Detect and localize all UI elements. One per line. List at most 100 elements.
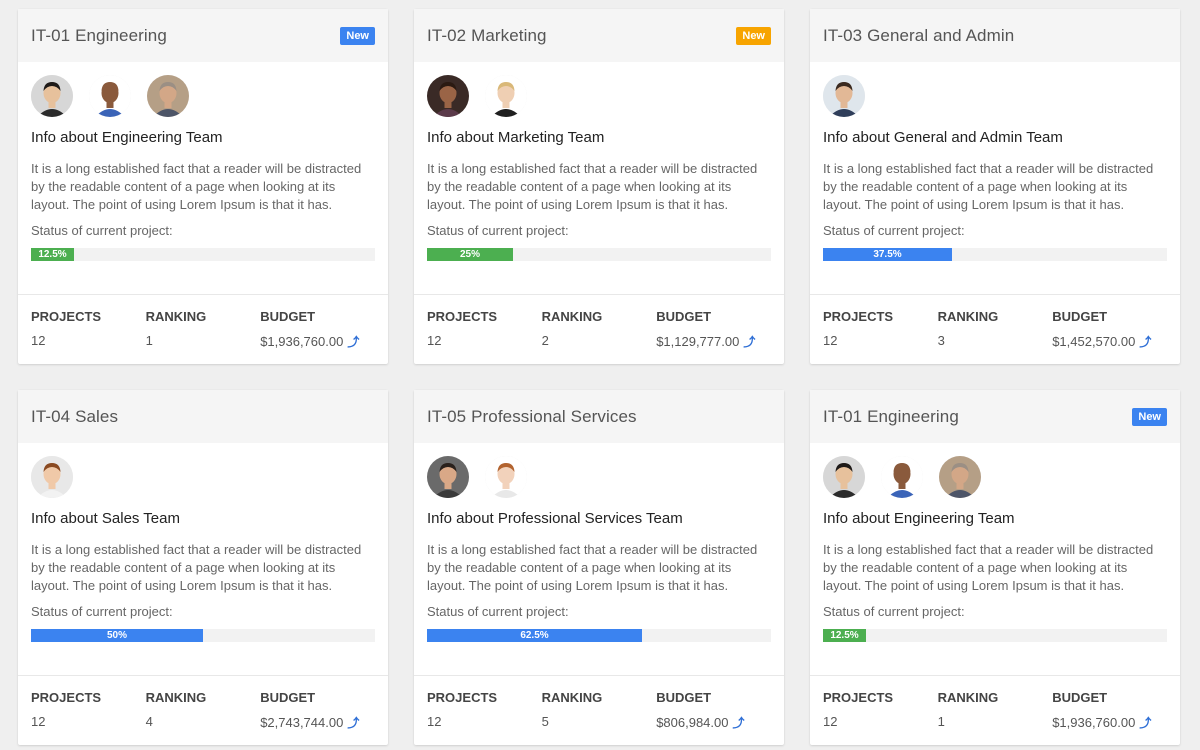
projects-stat: PROJECTS 12 bbox=[31, 690, 146, 745]
projects-label: PROJECTS bbox=[427, 690, 498, 705]
card-footer: PROJECTS 12 RANKING 2 BUDGET $1,129,777.00 ⤴ bbox=[414, 295, 784, 364]
budget-value: $1,936,760.00 bbox=[1052, 715, 1136, 730]
projects-label: PROJECTS bbox=[31, 309, 102, 324]
budget-value-row: $806,984.00 ⤴ bbox=[656, 714, 771, 731]
ranking-value: 1 bbox=[145, 333, 153, 348]
progress-bar: 62.5% bbox=[427, 629, 771, 642]
arrow-up-icon: ⤴ bbox=[1139, 335, 1152, 349]
card-header: IT-01 Engineering New bbox=[810, 390, 1180, 443]
card-body: Info about Marketing Team It is a long es… bbox=[414, 62, 784, 295]
team-card[interactable]: IT-05 Professional Services Info about Pr… bbox=[414, 390, 784, 745]
budget-value-row: $1,936,760.00 ⤴ bbox=[260, 333, 375, 350]
ranking-stat: RANKING 5 bbox=[542, 690, 657, 745]
arrow-up-icon: ⤴ bbox=[347, 335, 360, 349]
projects-stat: PROJECTS 12 bbox=[427, 309, 542, 364]
avatar-woman-red-hair-icon[interactable] bbox=[485, 456, 527, 498]
team-avatars bbox=[31, 75, 375, 117]
card-title: IT-03 General and Admin bbox=[823, 25, 1015, 45]
card-title: IT-01 Engineering bbox=[823, 406, 959, 426]
budget-stat: BUDGET $806,984.00 ⤴ bbox=[656, 690, 771, 745]
team-avatars bbox=[427, 456, 771, 498]
projects-stat: PROJECTS 12 bbox=[31, 309, 146, 364]
avatar-asian-man-icon[interactable] bbox=[31, 75, 73, 117]
team-avatars bbox=[31, 456, 375, 498]
arrow-up-icon: ⤴ bbox=[743, 335, 756, 349]
budget-value: $2,743,744.00 bbox=[260, 715, 344, 730]
ranking-stat: RANKING 4 bbox=[146, 690, 261, 745]
avatar-gray-hair-man-icon[interactable] bbox=[147, 75, 189, 117]
team-card[interactable]: IT-03 General and Admin Info about Genera… bbox=[810, 9, 1180, 364]
projects-value: 12 bbox=[31, 333, 46, 348]
ranking-stat: RANKING 3 bbox=[938, 309, 1053, 364]
budget-label: BUDGET bbox=[260, 309, 316, 324]
team-avatars bbox=[823, 75, 1167, 117]
arrow-up-icon: ⤴ bbox=[1139, 716, 1152, 730]
card-footer: PROJECTS 12 RANKING 5 BUDGET $806,984.00 ⤴ bbox=[414, 676, 784, 745]
projects-value: 12 bbox=[427, 333, 442, 348]
avatar-blonde-woman-icon[interactable] bbox=[485, 75, 527, 117]
ranking-value: 2 bbox=[541, 333, 549, 348]
ranking-stat: RANKING 1 bbox=[938, 690, 1053, 745]
card-footer: PROJECTS 12 RANKING 1 BUDGET $1,936,760.00 ⤴ bbox=[810, 676, 1180, 745]
card-title: IT-02 Marketing bbox=[427, 25, 547, 45]
ranking-value: 1 bbox=[937, 714, 945, 729]
card-body: Info about Engineering Team It is a long … bbox=[810, 443, 1180, 676]
team-card[interactable]: IT-01 Engineering New Info about Engineeri… bbox=[810, 390, 1180, 745]
team-info-heading: Info about General and Admin Team bbox=[823, 129, 1063, 146]
team-card[interactable]: IT-02 Marketing New Info about Marketing T… bbox=[414, 9, 784, 364]
card-header: IT-04 Sales bbox=[18, 390, 388, 443]
projects-stat: PROJECTS 12 bbox=[427, 690, 542, 745]
avatar-asian-man-icon[interactable] bbox=[823, 456, 865, 498]
progress-fill: 50% bbox=[31, 629, 203, 642]
team-description: It is a long established fact that a rea… bbox=[31, 161, 362, 212]
avatar-man-dark-hair-icon[interactable] bbox=[427, 456, 469, 498]
card-footer: PROJECTS 12 RANKING 3 BUDGET $1,452,570.00 ⤴ bbox=[810, 295, 1180, 364]
status-label: Status of current project: bbox=[31, 223, 173, 238]
budget-value: $1,452,570.00 bbox=[1052, 334, 1136, 349]
card-body: Info about Professional Services Team It … bbox=[414, 443, 784, 676]
avatar-gray-hair-man-icon[interactable] bbox=[939, 456, 981, 498]
projects-value: 12 bbox=[31, 714, 46, 729]
team-info-heading: Info about Sales Team bbox=[31, 510, 180, 527]
status-label: Status of current project: bbox=[823, 604, 965, 619]
arrow-up-icon: ⤴ bbox=[347, 716, 360, 730]
new-badge: New bbox=[1132, 407, 1167, 426]
ranking-label: RANKING bbox=[145, 309, 207, 324]
budget-value: $1,936,760.00 bbox=[260, 334, 344, 349]
budget-stat: BUDGET $1,936,760.00 ⤴ bbox=[1052, 690, 1167, 745]
new-badge: New bbox=[340, 26, 375, 45]
avatar-woman-brown-hair-icon[interactable] bbox=[31, 456, 73, 498]
avatar-woman-dark-hair-icon[interactable] bbox=[427, 75, 469, 117]
status-label: Status of current project: bbox=[427, 223, 569, 238]
card-title: IT-01 Engineering bbox=[31, 25, 167, 45]
progress-bar: 12.5% bbox=[823, 629, 1167, 642]
avatar-man-suit-icon[interactable] bbox=[823, 75, 865, 117]
ranking-value: 5 bbox=[541, 714, 549, 729]
new-badge: New bbox=[736, 26, 771, 45]
ranking-value: 4 bbox=[145, 714, 153, 729]
team-info-heading: Info about Professional Services Team bbox=[427, 510, 683, 527]
projects-label: PROJECTS bbox=[823, 309, 894, 324]
ranking-label: RANKING bbox=[937, 690, 999, 705]
avatar-bald-man-icon[interactable] bbox=[881, 456, 923, 498]
budget-value: $806,984.00 bbox=[656, 715, 729, 730]
ranking-label: RANKING bbox=[145, 690, 207, 705]
projects-label: PROJECTS bbox=[427, 309, 498, 324]
team-card[interactable]: IT-04 Sales Info about Sales Team It is a … bbox=[18, 390, 388, 745]
progress-bar: 12.5% bbox=[31, 248, 375, 261]
team-info-heading: Info about Engineering Team bbox=[31, 129, 223, 146]
budget-value-row: $2,743,744.00 ⤴ bbox=[260, 714, 375, 731]
projects-stat: PROJECTS 12 bbox=[823, 309, 938, 364]
card-header: IT-01 Engineering New bbox=[18, 9, 388, 62]
team-card[interactable]: IT-01 Engineering New Info about Engineeri… bbox=[18, 9, 388, 364]
team-description: It is a long established fact that a rea… bbox=[823, 161, 1154, 212]
progress-fill: 62.5% bbox=[427, 629, 642, 642]
team-avatars bbox=[427, 75, 771, 117]
status-label: Status of current project: bbox=[427, 604, 569, 619]
budget-label: BUDGET bbox=[656, 309, 712, 324]
card-body: Info about General and Admin Team It is a… bbox=[810, 62, 1180, 295]
team-description: It is a long established fact that a rea… bbox=[823, 542, 1154, 593]
progress-fill: 25% bbox=[427, 248, 513, 261]
card-header: IT-02 Marketing New bbox=[414, 9, 784, 62]
avatar-bald-man-icon[interactable] bbox=[89, 75, 131, 117]
